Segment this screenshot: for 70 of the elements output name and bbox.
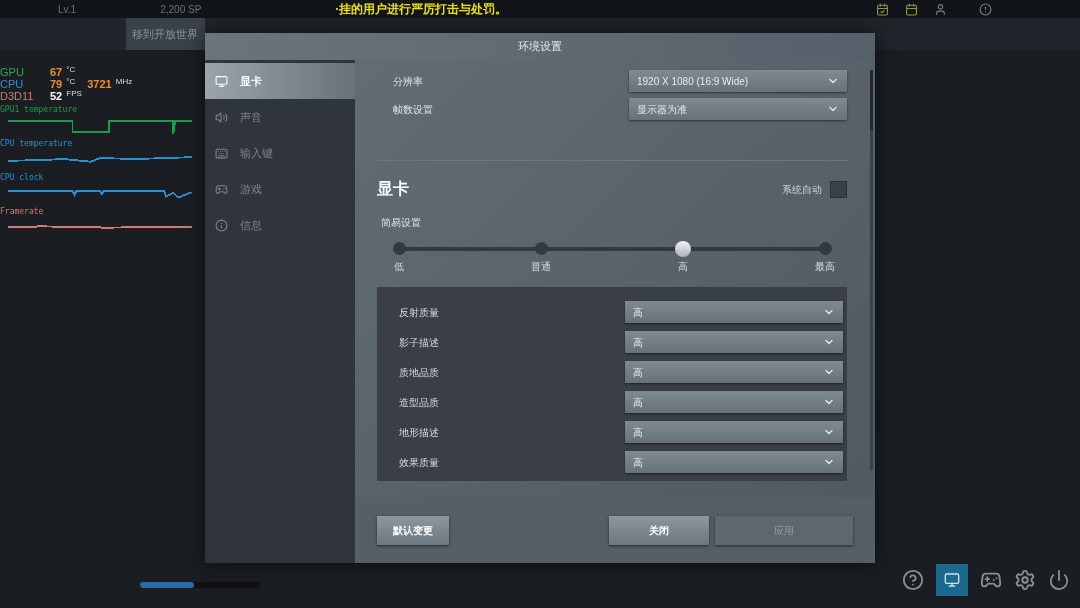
slider-track[interactable]	[391, 241, 833, 257]
dialog-title: 环境设置	[205, 33, 875, 60]
slider-tick-label: 普通	[531, 260, 551, 274]
power-icon[interactable]	[1048, 569, 1070, 591]
slider-stop	[535, 242, 548, 255]
graph-label: CPU temperature	[0, 139, 74, 148]
stat-label: CPU	[0, 78, 25, 90]
dialog-button[interactable]: 关闭	[609, 515, 709, 545]
setting-label: 分辨率	[393, 74, 423, 89]
stat-label: D3D11	[0, 90, 35, 102]
sidebar-item[interactable]: 声音	[205, 99, 355, 135]
dropdown[interactable]: 显示器为准	[629, 98, 847, 120]
checkbox-label: 系统自动	[782, 182, 822, 197]
stat-value: 52	[50, 90, 63, 102]
nav-tab[interactable]: 移到开放世界	[126, 18, 205, 50]
sidebar-item[interactable]: 显卡	[205, 63, 355, 99]
sidebar-icon	[215, 74, 228, 88]
dropdown[interactable]: 高	[625, 331, 843, 353]
setting-label: 质地品质	[399, 365, 439, 380]
skill-points: 2,200 SP	[160, 2, 202, 17]
monitor-tab[interactable]	[936, 564, 968, 596]
monitor-icon	[944, 572, 960, 588]
sidebar-icon	[215, 218, 228, 232]
user-icon[interactable]	[934, 2, 947, 16]
checkbox[interactable]	[830, 180, 847, 198]
setting-label: 造型品质	[399, 395, 439, 410]
help-icon[interactable]	[902, 569, 924, 591]
sidebar-item[interactable]: 信息	[205, 207, 355, 243]
graph-label: GPU1 temperature	[0, 105, 79, 114]
slider-thumb[interactable]	[675, 241, 692, 257]
slider-tick-label: 最高	[815, 260, 835, 274]
sidebar-item[interactable]: 输入键	[205, 135, 355, 171]
stat-unit: FPS	[66, 90, 82, 98]
sidebar-icon	[215, 110, 228, 124]
sidebar-icon	[215, 182, 228, 196]
slider-stop	[393, 242, 406, 255]
slider-label: 简易设置	[381, 216, 422, 230]
setting-label: 效果质量	[399, 455, 439, 470]
dropdown[interactable]: 高	[625, 391, 843, 413]
stat-unit: °C	[66, 78, 76, 86]
dropdown[interactable]: 高	[625, 451, 843, 473]
setting-label: 反射质量	[399, 305, 439, 320]
slider-tick-label: 低	[394, 260, 404, 274]
stat-unit: °C	[66, 66, 76, 74]
player-level: Lv.1	[58, 2, 77, 17]
dropdown[interactable]: 高	[625, 361, 843, 383]
calendar-icon[interactable]	[905, 2, 918, 16]
section-title: 显卡	[377, 179, 409, 199]
dropdown[interactable]: 1920 X 1080 (16:9 Wide)	[629, 70, 847, 92]
settings-icon[interactable]	[1014, 569, 1036, 591]
sidebar-item[interactable]: 游戏	[205, 171, 355, 207]
notice-text: ·挂的用户进行严厉打击与处罚。	[335, 1, 508, 18]
alert-icon[interactable]	[979, 2, 992, 16]
slider-stop	[819, 242, 832, 255]
setting-label: 帧数设置	[393, 102, 433, 117]
stat-label: GPU	[0, 66, 25, 78]
slider-tick-label: 高	[678, 260, 688, 274]
graph-label: Framerate	[0, 207, 45, 216]
dropdown[interactable]: 高	[625, 421, 843, 443]
sidebar-icon	[215, 146, 228, 160]
stat-value: 67	[50, 66, 63, 78]
stat-value: 79	[50, 78, 63, 90]
setting-label: 地形描述	[399, 425, 439, 440]
calendar-check-icon[interactable]	[876, 2, 889, 16]
graph-label: CPU clock	[0, 173, 45, 182]
stat-value: 3721	[87, 78, 112, 90]
setting-label: 影子描述	[399, 335, 439, 350]
stat-unit: MHz	[115, 78, 133, 86]
dialog-button[interactable]: 默认变更	[377, 515, 449, 545]
dropdown[interactable]: 高	[625, 301, 843, 323]
